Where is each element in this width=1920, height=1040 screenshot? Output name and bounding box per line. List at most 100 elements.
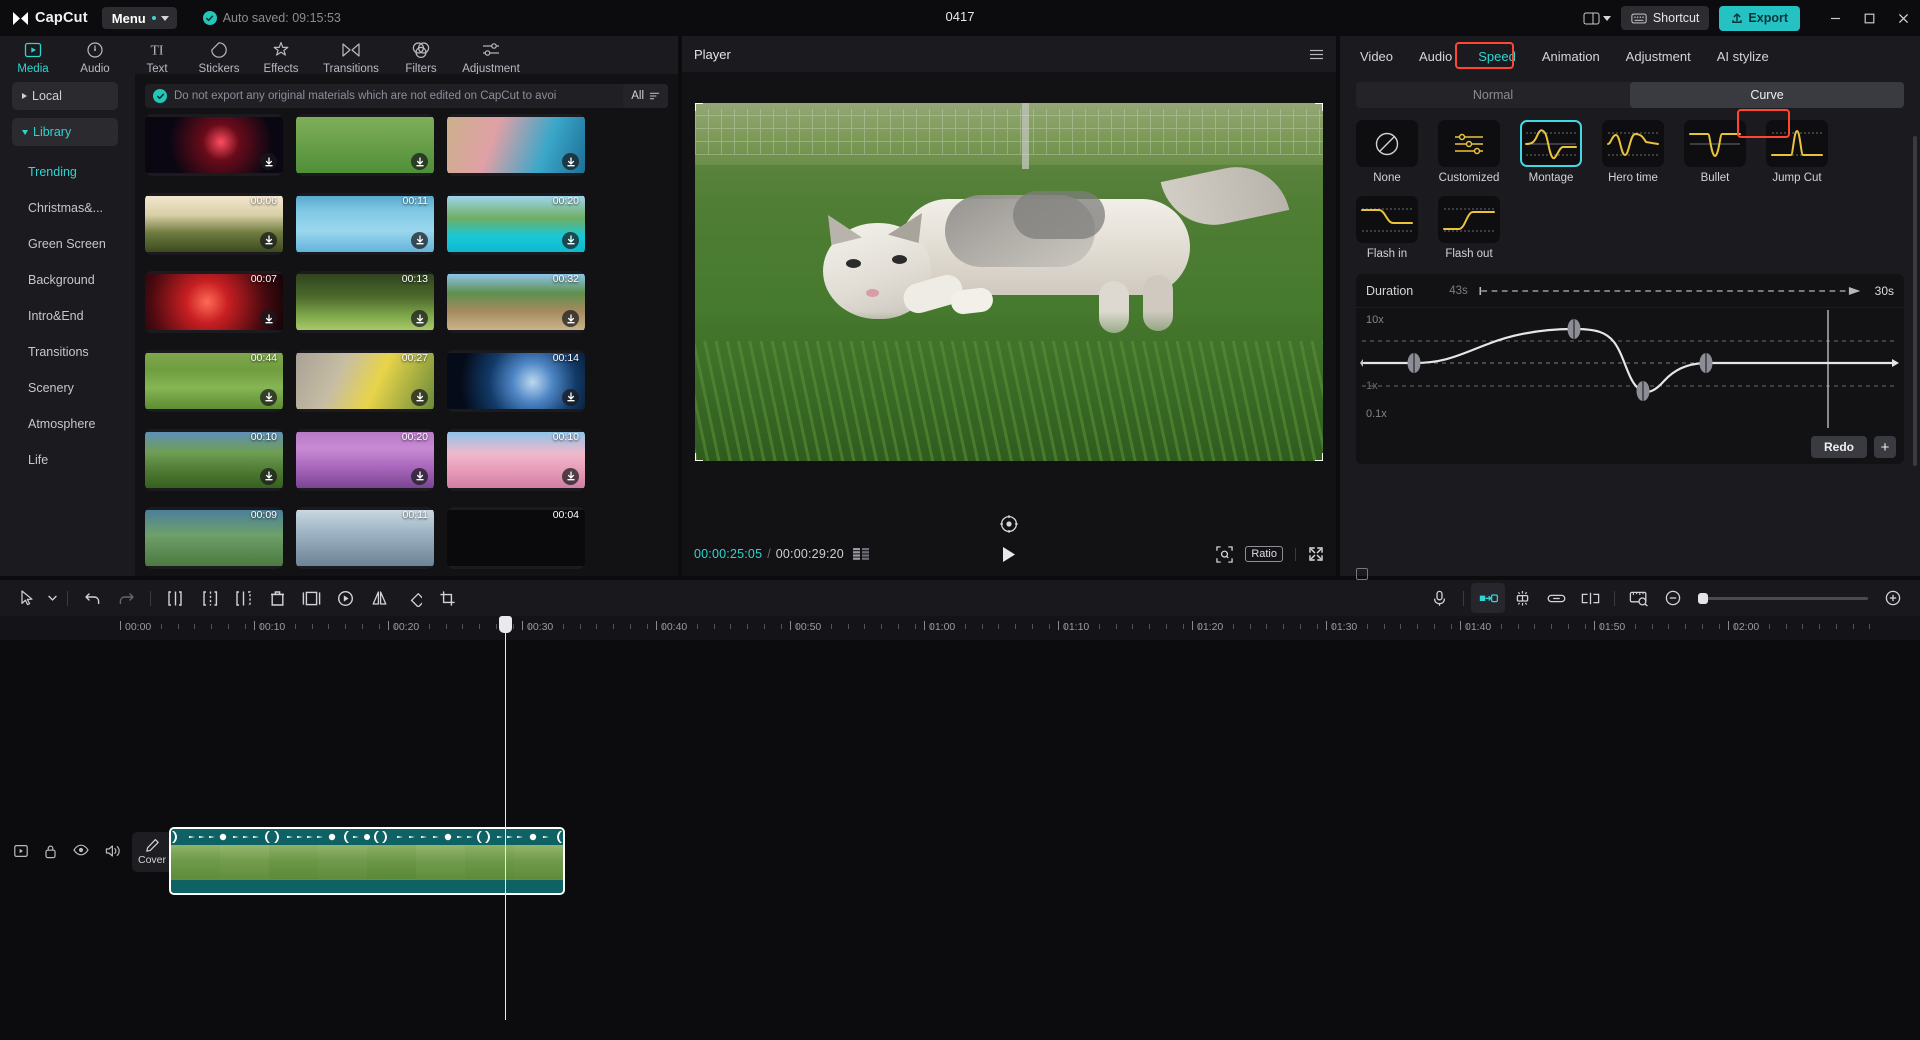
nav-tab-transitions[interactable]: Transitions — [314, 36, 388, 75]
media-item[interactable]: 00:27 — [296, 349, 434, 412]
layout-icon[interactable] — [1583, 12, 1611, 25]
media-item[interactable]: 00:10 — [145, 428, 283, 491]
adsorb-icon[interactable] — [1573, 583, 1607, 613]
rotate-icon[interactable] — [396, 583, 430, 613]
track-thumbnail-icon[interactable] — [14, 844, 28, 859]
add-keyframe-button[interactable]: + — [1874, 436, 1896, 458]
media-item[interactable]: 00:09 — [145, 507, 283, 570]
playhead-handle[interactable] — [499, 616, 512, 633]
crop-handle-top-right[interactable] — [1315, 103, 1323, 111]
zoom-slider-knob[interactable] — [1698, 592, 1708, 604]
crop-icon[interactable] — [430, 583, 464, 613]
frames-icon[interactable] — [852, 548, 869, 560]
crop-frame-icon[interactable] — [294, 583, 328, 613]
tab-ai-stylize[interactable]: AI stylize — [1717, 49, 1769, 64]
media-item[interactable]: 00:10 — [447, 428, 585, 491]
crop-handle-bottom-right[interactable] — [1315, 453, 1323, 461]
close-button[interactable] — [1886, 0, 1920, 36]
nav-tab-filters[interactable]: Filters — [392, 36, 450, 75]
shortcut-button[interactable]: Shortcut — [1620, 6, 1710, 30]
ratio-button[interactable]: Ratio — [1245, 546, 1283, 562]
media-item[interactable]: 00:13 — [296, 271, 434, 334]
timeline-playhead[interactable] — [499, 616, 512, 1020]
crop-handle-bottom-left[interactable] — [695, 453, 703, 461]
redo-button[interactable]: Redo — [1811, 436, 1867, 458]
checkbox[interactable] — [1356, 568, 1368, 580]
crop-handle-top-left[interactable] — [695, 103, 703, 111]
download-icon[interactable] — [411, 231, 428, 249]
download-icon[interactable] — [260, 467, 277, 485]
media-item[interactable]: 00:11 — [296, 192, 434, 255]
cover-button[interactable]: Cover — [132, 832, 172, 872]
media-item[interactable]: 00:20 — [447, 192, 585, 255]
download-icon[interactable] — [562, 153, 579, 170]
link-icon[interactable] — [1539, 583, 1573, 613]
nav-tab-adjustment[interactable]: Adjustment — [454, 36, 528, 75]
recenter-icon[interactable] — [999, 514, 1019, 534]
auto-subtitle-icon[interactable] — [1471, 583, 1505, 613]
select-cursor-icon[interactable] — [10, 583, 44, 613]
download-icon[interactable] — [562, 231, 579, 249]
timeline-zoom-slider[interactable] — [1698, 592, 1868, 604]
download-icon[interactable] — [411, 153, 428, 170]
nav-tab-stickers[interactable]: Stickers — [190, 36, 248, 75]
maximize-button[interactable] — [1852, 0, 1886, 36]
nav-tab-effects[interactable]: Effects — [252, 36, 310, 75]
undo-icon[interactable] — [75, 583, 109, 613]
zoom-out-icon[interactable] — [1656, 583, 1690, 613]
play-button[interactable] — [1001, 546, 1017, 563]
tab-audio[interactable]: Audio — [1419, 49, 1452, 64]
right-panel-scrollbar[interactable] — [1913, 136, 1917, 466]
preset-flash-in[interactable]: Flash in — [1356, 196, 1418, 260]
media-item[interactable]: 00:32 — [447, 271, 585, 334]
download-icon[interactable] — [562, 388, 579, 406]
sidebar-item-local[interactable]: Local — [12, 82, 118, 110]
split-icon[interactable] — [158, 583, 192, 613]
media-item[interactable]: 00:14 — [447, 349, 585, 412]
tab-video[interactable]: Video — [1360, 49, 1393, 64]
tab-speed[interactable]: Speed — [1478, 49, 1516, 64]
preset-none[interactable]: None — [1356, 120, 1418, 184]
tab-animation[interactable]: Animation — [1542, 49, 1600, 64]
preset-hero-time[interactable]: Hero time — [1602, 120, 1664, 184]
sidebar-item-background[interactable]: Background — [28, 262, 135, 298]
nav-tab-media[interactable]: Media — [4, 36, 62, 75]
preset-flash-out[interactable]: Flash out — [1438, 196, 1500, 260]
media-item[interactable] — [145, 114, 283, 176]
trim-left-icon[interactable] — [192, 583, 226, 613]
download-icon[interactable] — [260, 153, 277, 170]
segment-curve[interactable]: Curve — [1630, 82, 1904, 108]
filter-all-button[interactable]: All — [623, 84, 668, 108]
segment-normal[interactable]: Normal — [1356, 82, 1630, 108]
volume-icon[interactable] — [105, 844, 121, 859]
sidebar-item-green-screen[interactable]: Green Screen — [28, 226, 135, 262]
preset-montage[interactable]: Montage — [1520, 120, 1582, 184]
media-item[interactable]: 00:06 — [145, 192, 283, 255]
magnet-icon[interactable] — [1505, 583, 1539, 613]
lock-icon[interactable] — [44, 844, 57, 859]
sidebar-item-intro-end[interactable]: Intro&End — [28, 298, 135, 334]
download-icon[interactable] — [411, 467, 428, 485]
menu-button[interactable]: Menu — [101, 7, 177, 29]
nav-tab-audio[interactable]: Audio — [66, 36, 124, 75]
sidebar-item-scenery[interactable]: Scenery — [28, 370, 135, 406]
mirror-icon[interactable] — [362, 583, 396, 613]
media-item[interactable]: 00:11 — [296, 507, 434, 570]
tab-adjustment[interactable]: Adjustment — [1626, 49, 1691, 64]
nav-tab-text[interactable]: TI Text — [128, 36, 186, 75]
sidebar-item-christmas[interactable]: Christmas&... — [28, 190, 135, 226]
sidebar-item-trending[interactable]: Trending — [28, 154, 135, 190]
media-item[interactable]: 00:20 — [296, 428, 434, 491]
media-item[interactable]: 00:04 — [447, 507, 585, 570]
media-item[interactable]: 00:44 — [145, 349, 283, 412]
hamburger-icon[interactable] — [1309, 49, 1324, 60]
preset-bullet[interactable]: Bullet — [1684, 120, 1746, 184]
sidebar-item-atmosphere[interactable]: Atmosphere — [28, 406, 135, 442]
speed-curve-graph[interactable]: 10x 1x 0.1x — [1356, 308, 1904, 430]
video-preview[interactable] — [695, 103, 1323, 461]
delete-icon[interactable] — [260, 583, 294, 613]
smart-option-row[interactable] — [1356, 568, 1368, 580]
duration-track[interactable] — [1478, 286, 1865, 296]
sidebar-item-library[interactable]: Library — [12, 118, 118, 146]
microphone-icon[interactable] — [1422, 583, 1456, 613]
